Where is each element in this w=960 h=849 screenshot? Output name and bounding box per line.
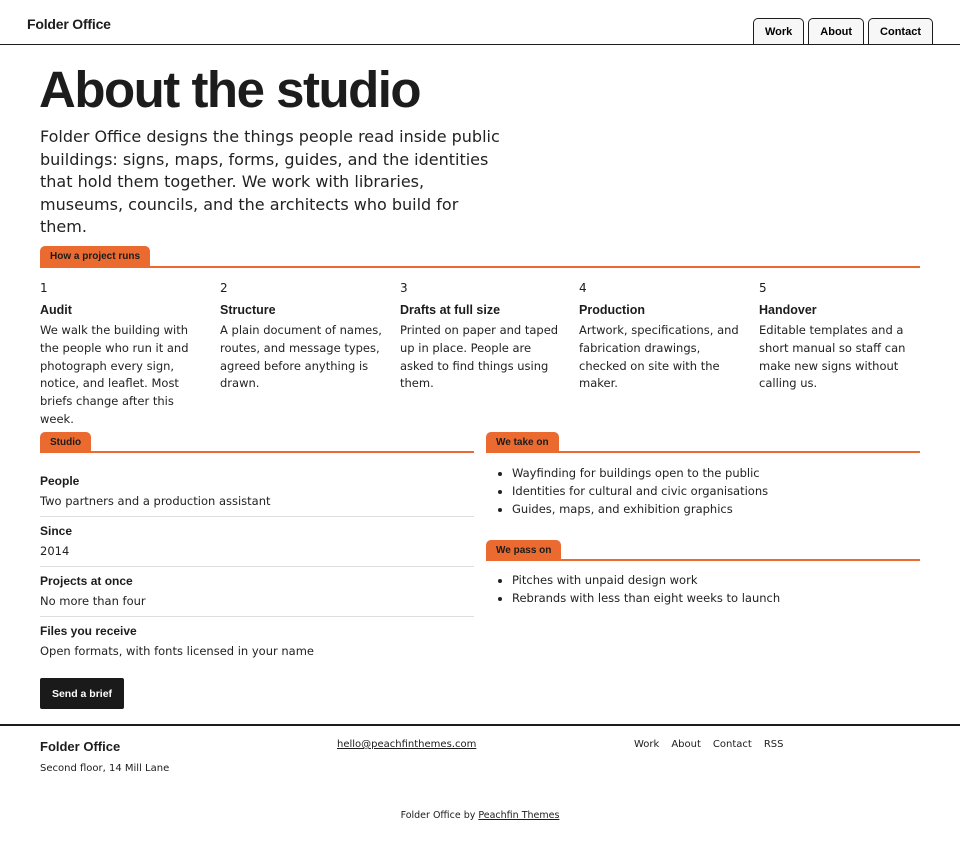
footer-divider <box>0 724 960 726</box>
footer-link-about[interactable]: About <box>671 739 701 750</box>
list-item: Wayfinding for buildings open to the pub… <box>512 465 768 483</box>
fact-label: Since <box>40 524 73 538</box>
section-rule-process <box>40 266 920 268</box>
intro-paragraph: Folder Office designs the things people … <box>40 127 500 236</box>
nav-tab-about[interactable]: About <box>808 18 865 44</box>
step-description: We walk the building with the people who… <box>40 323 189 426</box>
step-number: 5 <box>759 281 767 295</box>
step-title: Audit <box>40 303 72 317</box>
pass-on-list: Pitches with unpaid design work Rebrands… <box>492 572 780 608</box>
list-item: Guides, maps, and exhibition graphics <box>512 501 768 519</box>
step-description: Editable templates and a short manual so… <box>759 323 906 391</box>
site-header: Folder Office Work About Contact <box>0 0 960 45</box>
step-number: 1 <box>40 281 48 295</box>
fact-label: Projects at once <box>40 574 133 588</box>
section-tab-process: How a project runs <box>40 246 151 267</box>
studio-facts: People Two partners and a production ass… <box>40 467 474 667</box>
fact-label: Files you receive <box>40 624 137 638</box>
fact-value: No more than four <box>40 594 146 608</box>
list-item: Rebrands with less than eight weeks to l… <box>512 590 780 608</box>
section-rule-take-on <box>486 451 920 453</box>
step-number: 3 <box>400 281 408 295</box>
process-step: 3 Drafts at full size Printed on paper a… <box>400 281 564 393</box>
footer-link-rss[interactable]: RSS <box>764 739 784 750</box>
section-rule-pass-on <box>486 559 920 561</box>
footer-address: Second floor, 14 Mill Lane <box>40 763 170 774</box>
fact-value: Open formats, with fonts licensed in you… <box>40 644 314 658</box>
send-brief-button[interactable]: Send a brief <box>40 678 124 709</box>
fact-value: Two partners and a production assistant <box>40 494 271 508</box>
step-number: 2 <box>220 281 228 295</box>
nav-tab-work[interactable]: Work <box>752 18 805 44</box>
footer-nav: Work About Contact RSS <box>634 739 783 750</box>
section-tab-take-on: We take on <box>486 432 559 453</box>
main-nav: Work About Contact <box>752 18 933 44</box>
site-logo[interactable]: Folder Office <box>27 16 111 32</box>
footer-email-link[interactable]: hello@peachfinthemes.com <box>337 739 476 750</box>
footer-logo[interactable]: Folder Office <box>40 739 120 754</box>
fact-row: Projects at once No more than four <box>40 567 474 617</box>
step-title: Handover <box>759 303 817 317</box>
fact-label: People <box>40 474 80 488</box>
footer-credit: Folder Office by Peachfin Themes <box>0 810 960 821</box>
take-on-list: Wayfinding for buildings open to the pub… <box>492 465 768 518</box>
process-step: 2 Structure A plain document of names, r… <box>220 281 384 393</box>
fact-value: 2014 <box>40 544 70 558</box>
process-step: 5 Handover Editable templates and a shor… <box>759 281 923 393</box>
credit-link[interactable]: Peachfin Themes <box>478 810 559 821</box>
step-description: A plain document of names, routes, and m… <box>220 323 382 391</box>
page-title: About the studio <box>39 61 422 118</box>
step-title: Production <box>579 303 645 317</box>
step-title: Drafts at full size <box>400 303 501 317</box>
fact-row: Files you receive Open formats, with fon… <box>40 617 474 667</box>
fact-row: Since 2014 <box>40 517 474 567</box>
section-tab-studio: Studio <box>40 432 92 453</box>
step-title: Structure <box>220 303 276 317</box>
list-item: Identities for cultural and civic organi… <box>512 483 768 501</box>
nav-tab-contact[interactable]: Contact <box>868 18 933 44</box>
process-step: 4 Production Artwork, specifications, an… <box>579 281 743 393</box>
section-tab-pass-on: We pass on <box>486 540 562 561</box>
footer-link-work[interactable]: Work <box>634 739 659 750</box>
process-step: 1 Audit We walk the building with the pe… <box>40 281 204 429</box>
section-rule-studio <box>40 451 474 453</box>
fact-row: People Two partners and a production ass… <box>40 467 474 517</box>
step-description: Printed on paper and taped up in place. … <box>400 323 559 391</box>
step-description: Artwork, specifications, and fabrication… <box>579 323 739 391</box>
credit-text: Folder Office by <box>400 810 476 821</box>
list-item: Pitches with unpaid design work <box>512 572 780 590</box>
step-number: 4 <box>579 281 587 295</box>
footer-link-contact[interactable]: Contact <box>713 739 752 750</box>
